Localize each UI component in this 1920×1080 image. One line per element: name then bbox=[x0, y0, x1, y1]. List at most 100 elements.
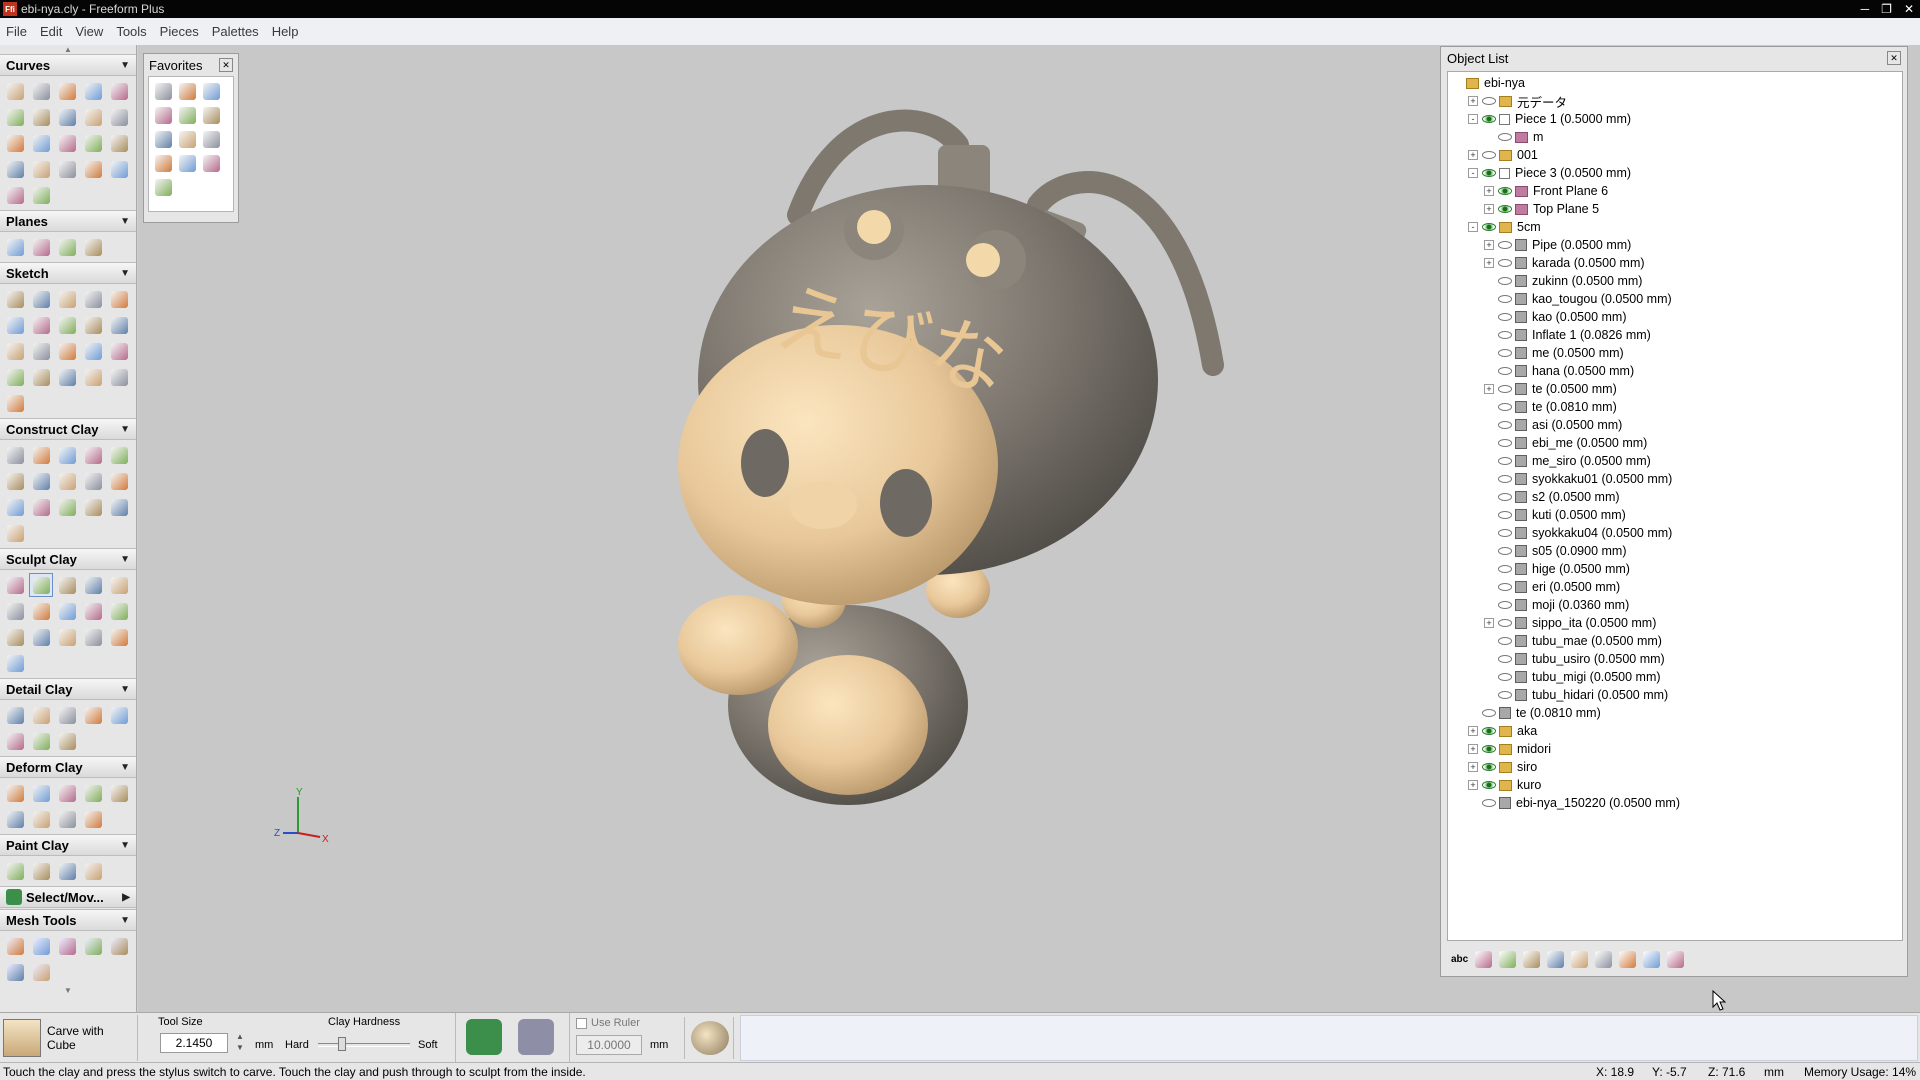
tree-row[interactable]: hana (0.0500 mm) bbox=[1448, 362, 1902, 380]
palette-tool-icon[interactable] bbox=[81, 105, 105, 129]
tree-row[interactable]: +001 bbox=[1448, 146, 1902, 164]
expand-toggle[interactable]: + bbox=[1484, 618, 1494, 628]
favorite-tool-icon[interactable] bbox=[175, 103, 199, 127]
tree-row[interactable]: m bbox=[1448, 128, 1902, 146]
visibility-eye-icon[interactable] bbox=[1482, 709, 1496, 717]
palette-tool-icon[interactable] bbox=[81, 339, 105, 363]
palette-tool-icon[interactable] bbox=[29, 339, 53, 363]
visibility-eye-icon[interactable] bbox=[1498, 313, 1512, 321]
palette-tool-icon[interactable] bbox=[3, 573, 27, 597]
model-thumbnail[interactable] bbox=[684, 1017, 734, 1059]
object-tool-icon[interactable] bbox=[1523, 950, 1541, 968]
mesh-tool-icon[interactable] bbox=[29, 934, 53, 958]
palette-tool-icon[interactable] bbox=[55, 703, 79, 727]
visibility-eye-icon[interactable] bbox=[1498, 547, 1512, 555]
tree-row[interactable]: eri (0.0500 mm) bbox=[1448, 578, 1902, 596]
object-tool-icon[interactable] bbox=[1643, 950, 1661, 968]
tree-row[interactable]: + Front Plane 6 bbox=[1448, 182, 1902, 200]
tree-row[interactable]: ebi-nya_150220 (0.0500 mm) bbox=[1448, 794, 1902, 812]
visibility-eye-icon[interactable] bbox=[1482, 781, 1496, 789]
palette-tool-icon[interactable] bbox=[3, 443, 27, 467]
visibility-eye-icon[interactable] bbox=[1498, 457, 1512, 465]
tree-row[interactable]: kao_tougou (0.0500 mm) bbox=[1448, 290, 1902, 308]
palette-tool-icon[interactable] bbox=[107, 781, 131, 805]
expand-toggle[interactable]: + bbox=[1468, 744, 1478, 754]
palette-tool-icon[interactable] bbox=[55, 131, 79, 155]
menu-pieces[interactable]: Pieces bbox=[160, 24, 199, 39]
tree-row[interactable]: asi (0.0500 mm) bbox=[1448, 416, 1902, 434]
visibility-eye-icon[interactable] bbox=[1498, 439, 1512, 447]
tree-row[interactable]: kuti (0.0500 mm) bbox=[1448, 506, 1902, 524]
visibility-eye-icon[interactable] bbox=[1498, 349, 1512, 357]
mesh-tool-icon[interactable] bbox=[3, 934, 27, 958]
tree-row[interactable]: + Top Plane 5 bbox=[1448, 200, 1902, 218]
tree-row[interactable]: syokkaku04 (0.0500 mm) bbox=[1448, 524, 1902, 542]
favorite-tool-icon[interactable] bbox=[175, 79, 199, 103]
palette-tool-icon[interactable] bbox=[29, 235, 53, 259]
visibility-eye-icon[interactable] bbox=[1498, 259, 1512, 267]
section-header-6[interactable]: Deform Clay ▼ bbox=[0, 756, 136, 778]
palette-tool-icon[interactable] bbox=[29, 703, 53, 727]
palette-tool-icon[interactable] bbox=[3, 365, 27, 389]
rename-tool[interactable]: abc bbox=[1451, 954, 1468, 965]
object-tool-icon[interactable] bbox=[1499, 950, 1517, 968]
palette-tool-icon[interactable] bbox=[3, 105, 27, 129]
tree-row[interactable]: - Piece 3 (0.0500 mm) bbox=[1448, 164, 1902, 182]
tree-row[interactable]: moji (0.0360 mm) bbox=[1448, 596, 1902, 614]
palette-tool-icon[interactable] bbox=[3, 599, 27, 623]
ruler-input[interactable]: 10.0000 bbox=[576, 1035, 642, 1055]
menu-palettes[interactable]: Palettes bbox=[212, 24, 259, 39]
section-header-2[interactable]: Sketch ▼ bbox=[0, 262, 136, 284]
palette-tool-icon[interactable] bbox=[55, 365, 79, 389]
section-header-0[interactable]: Curves ▼ bbox=[0, 54, 136, 76]
palette-tool-icon[interactable] bbox=[81, 157, 105, 181]
visibility-eye-icon[interactable] bbox=[1498, 187, 1512, 195]
tree-row[interactable]: tubu_usiro (0.0500 mm) bbox=[1448, 650, 1902, 668]
mesh-tool-icon[interactable] bbox=[29, 960, 53, 984]
section-header-5[interactable]: Detail Clay ▼ bbox=[0, 678, 136, 700]
menu-tools[interactable]: Tools bbox=[116, 24, 146, 39]
favorite-tool-icon[interactable] bbox=[175, 151, 199, 175]
palette-tool-icon[interactable] bbox=[55, 599, 79, 623]
visibility-eye-icon[interactable] bbox=[1498, 385, 1512, 393]
object-list-close-button[interactable]: ✕ bbox=[1887, 51, 1901, 65]
visibility-eye-icon[interactable] bbox=[1498, 367, 1512, 375]
palette-tool-icon[interactable] bbox=[81, 625, 105, 649]
palette-tool-icon[interactable] bbox=[81, 313, 105, 337]
visibility-eye-icon[interactable] bbox=[1482, 727, 1496, 735]
palette-tool-icon[interactable] bbox=[81, 807, 105, 831]
palette-tool-icon[interactable] bbox=[107, 495, 131, 519]
use-ruler-checkbox[interactable] bbox=[576, 1017, 587, 1029]
palette-tool-icon[interactable] bbox=[107, 573, 131, 597]
expand-toggle[interactable]: + bbox=[1468, 762, 1478, 772]
visibility-eye-icon[interactable] bbox=[1498, 619, 1512, 627]
palette-tool-icon[interactable] bbox=[29, 781, 53, 805]
visibility-eye-icon[interactable] bbox=[1498, 637, 1512, 645]
palette-tool-icon[interactable] bbox=[55, 79, 79, 103]
palette-tool-icon[interactable] bbox=[3, 521, 27, 545]
visibility-eye-icon[interactable] bbox=[1482, 169, 1496, 177]
restore-button[interactable]: ❐ bbox=[1881, 2, 1892, 16]
section-header-1[interactable]: Planes ▼ bbox=[0, 210, 136, 232]
palette-tool-icon[interactable] bbox=[81, 287, 105, 311]
expand-toggle[interactable]: + bbox=[1468, 780, 1478, 790]
palette-tool-icon[interactable] bbox=[81, 469, 105, 493]
mesh-tools-header[interactable]: Mesh Tools ▼ bbox=[0, 909, 136, 931]
palette-tool-icon[interactable] bbox=[81, 599, 105, 623]
tree-row[interactable]: s05 (0.0900 mm) bbox=[1448, 542, 1902, 560]
palette-tool-icon[interactable] bbox=[107, 599, 131, 623]
palette-tool-icon[interactable] bbox=[29, 807, 53, 831]
palette-tool-icon[interactable] bbox=[55, 287, 79, 311]
palette-tool-icon[interactable] bbox=[55, 157, 79, 181]
tree-row[interactable]: + aka bbox=[1448, 722, 1902, 740]
palette-tool-icon[interactable] bbox=[81, 495, 105, 519]
visibility-eye-icon[interactable] bbox=[1498, 331, 1512, 339]
palette-tool-icon[interactable] bbox=[55, 781, 79, 805]
tree-row[interactable]: me_siro (0.0500 mm) bbox=[1448, 452, 1902, 470]
palette-tool-icon[interactable] bbox=[29, 599, 53, 623]
close-button[interactable]: ✕ bbox=[1904, 2, 1914, 16]
expand-toggle[interactable]: - bbox=[1468, 222, 1478, 232]
palette-tool-icon[interactable] bbox=[107, 313, 131, 337]
visibility-eye-icon[interactable] bbox=[1498, 403, 1512, 411]
select-move-header[interactable]: Select/Mov... ▶ bbox=[0, 886, 136, 908]
